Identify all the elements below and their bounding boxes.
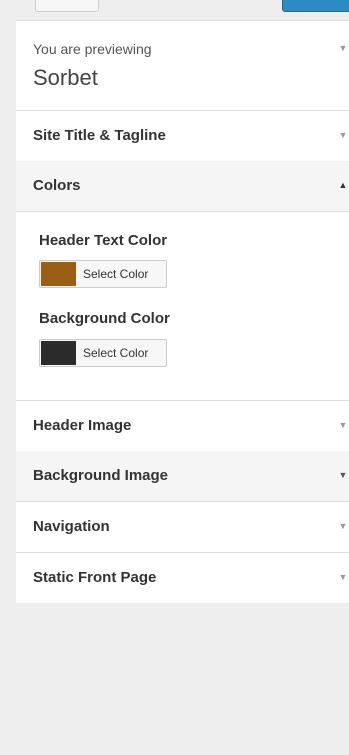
theme-name: Sorbet	[33, 65, 98, 90]
close-button[interactable]	[35, 0, 99, 12]
section-title: Background Image	[33, 467, 169, 484]
section-title: Header Image	[33, 417, 132, 434]
background-color-swatch[interactable]	[41, 341, 76, 365]
preview-label: You are previewing	[33, 41, 152, 57]
collapse-arrow-icon: ▲	[338, 180, 348, 190]
header-text-color-picker[interactable]: Select Color	[39, 260, 167, 288]
section-title: Site Title & Tagline	[33, 127, 166, 144]
colors-panel-body: Header Text Color Select Color Backgroun…	[16, 212, 349, 401]
empty-panel-area	[16, 603, 349, 755]
expand-arrow-icon: ▼	[338, 521, 348, 531]
expand-arrow-icon: ▼	[338, 572, 348, 582]
theme-preview-header[interactable]: You are previewing Sorbet ▼	[16, 21, 349, 111]
header-text-color-swatch[interactable]	[41, 262, 76, 286]
section-header-image[interactable]: Header Image ▼	[16, 401, 349, 452]
section-navigation[interactable]: Navigation ▼	[16, 502, 349, 553]
select-color-label: Select Color	[83, 267, 149, 281]
customizer-panel: You are previewing Sorbet ▼ Site Title &…	[16, 0, 349, 755]
section-site-title-tagline[interactable]: Site Title & Tagline ▼	[16, 111, 349, 162]
background-color-picker[interactable]: Select Color	[39, 339, 167, 367]
expand-arrow-icon[interactable]: ▼	[337, 43, 349, 53]
section-title: Navigation	[33, 518, 110, 535]
section-background-image[interactable]: Background Image ▼	[16, 451, 349, 502]
section-title: Static Front Page	[33, 569, 157, 586]
select-color-label: Select Color	[83, 346, 149, 360]
section-title: Colors	[33, 177, 81, 194]
expand-arrow-icon: ▼	[338, 130, 348, 140]
section-static-front-page[interactable]: Static Front Page ▼	[16, 553, 349, 604]
background-color-label: Background Color	[39, 310, 170, 327]
header-text-color-label: Header Text Color	[39, 232, 168, 249]
expand-arrow-icon: ▼	[338, 470, 348, 480]
expand-arrow-icon: ▼	[338, 420, 348, 430]
save-publish-button[interactable]	[282, 0, 349, 12]
section-colors[interactable]: Colors ▲	[16, 161, 349, 212]
top-toolbar	[16, 0, 349, 21]
